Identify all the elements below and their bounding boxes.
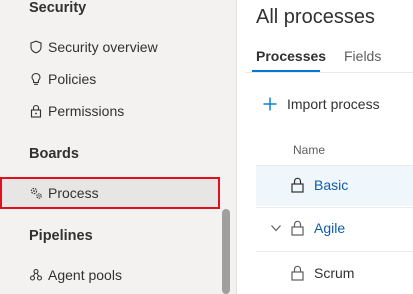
sidebar-item-label: Policies (48, 71, 97, 87)
process-name[interactable]: Agile (314, 220, 345, 236)
table-row-agile[interactable]: Agile (256, 209, 413, 249)
sidebar-item-permissions[interactable]: Permissions (0, 96, 218, 126)
lock-icon (30, 104, 42, 118)
tab-processes[interactable]: Processes (256, 48, 326, 64)
section-header-pipelines: Pipelines (29, 228, 93, 244)
agent-pools-icon (29, 268, 43, 281)
sidebar-scrollbar[interactable] (222, 209, 230, 294)
lock-icon (291, 220, 304, 236)
table-divider (256, 207, 413, 208)
import-process-label: Import process (287, 96, 380, 112)
process-name[interactable]: Scrum (314, 265, 354, 281)
tab-fields[interactable]: Fields (344, 48, 381, 64)
table-row-basic[interactable]: Basic (256, 166, 413, 206)
section-header-security: Security (29, 0, 87, 16)
sidebar-item-policies[interactable]: Policies (0, 64, 218, 94)
table-row-scrum[interactable]: Scrum (256, 254, 413, 294)
lightbulb-icon (31, 72, 41, 85)
highlight-box (0, 177, 220, 209)
sidebar-item-label: Security overview (48, 39, 158, 55)
lock-icon (291, 177, 304, 193)
import-process-button[interactable]: Import process (258, 92, 408, 118)
process-name[interactable]: Basic (314, 177, 348, 193)
chevron-down-icon[interactable] (270, 222, 282, 234)
table-divider (256, 251, 413, 252)
sidebar-item-security-overview[interactable]: Security overview (0, 32, 218, 62)
sidebar-divider (236, 0, 237, 294)
sidebar: Security Security overview Policies Perm… (0, 0, 236, 294)
sidebar-item-agent-pools[interactable]: Agent pools (0, 260, 218, 290)
page-title: All processes (256, 6, 375, 28)
plus-icon (263, 97, 277, 111)
sidebar-item-label: Permissions (48, 103, 125, 119)
tab-divider (245, 72, 413, 73)
sidebar-item-label: Agent pools (48, 267, 122, 283)
lock-icon (291, 265, 304, 281)
shield-icon (30, 40, 42, 54)
section-header-boards: Boards (29, 146, 79, 162)
column-header-name[interactable]: Name (293, 143, 325, 157)
